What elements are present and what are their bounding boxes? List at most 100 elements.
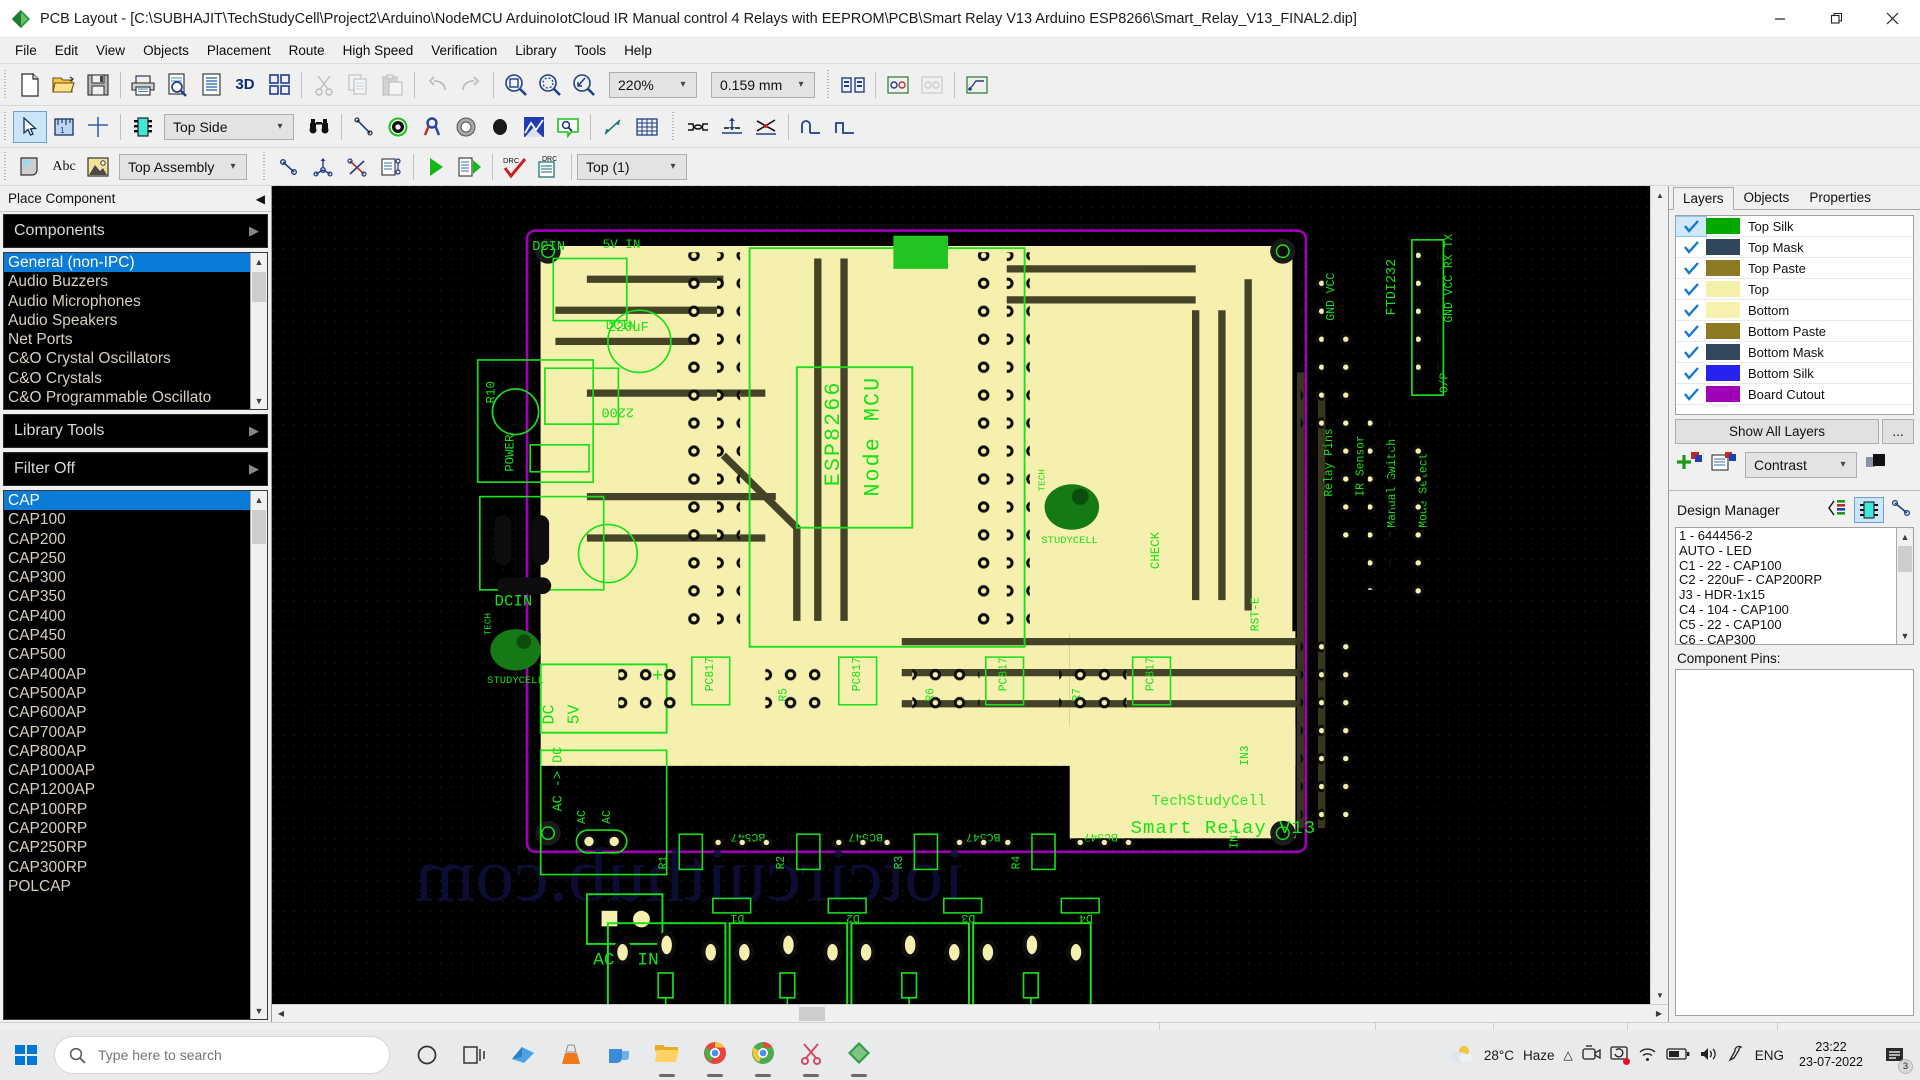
- menu-tools[interactable]: Tools: [566, 40, 616, 61]
- place-keepout-icon[interactable]: [551, 111, 585, 143]
- toolbar-grip[interactable]: [2, 69, 10, 100]
- zoom-window-icon[interactable]: [499, 69, 533, 101]
- grid-size-select[interactable]: 0.159 mm ▾: [711, 71, 815, 98]
- layer-properties-icon[interactable]: [1711, 451, 1737, 478]
- layer-visibility-checkbox[interactable]: [1676, 366, 1706, 380]
- toolbar-grip[interactable]: [825, 69, 833, 100]
- task-view-icon[interactable]: [454, 1032, 496, 1078]
- toolbar-grip[interactable]: [670, 111, 678, 142]
- contrast-select[interactable]: Contrast ▾: [1745, 451, 1857, 478]
- net-split-icon[interactable]: [306, 151, 340, 183]
- footprint-item[interactable]: CAP800AP: [4, 742, 250, 761]
- pcb-canvas[interactable]: ESP8266 Node MCU DCIN 5V IN 220uF POWER …: [272, 186, 1668, 1004]
- layer-row[interactable]: Board Cutout: [1676, 384, 1913, 405]
- category-item[interactable]: Net Ports: [4, 330, 250, 349]
- taskbar-search[interactable]: [54, 1036, 390, 1074]
- cortana-icon[interactable]: [406, 1032, 448, 1078]
- category-item[interactable]: General (non-IPC): [4, 253, 250, 273]
- autoroute-report-icon[interactable]: [453, 151, 487, 183]
- undo-icon[interactable]: [420, 69, 454, 101]
- weather-condition[interactable]: Haze: [1523, 1048, 1555, 1063]
- footprint-item[interactable]: CAP700AP: [4, 723, 250, 742]
- active-layer-select[interactable]: Top (1) ▾: [577, 153, 687, 180]
- menu-verification[interactable]: Verification: [422, 40, 506, 61]
- layer-options-button[interactable]: ...: [1882, 419, 1914, 444]
- paste-icon[interactable]: [375, 69, 409, 101]
- print-preview-icon[interactable]: [160, 69, 194, 101]
- category-list-scrollbar[interactable]: ▲ ▼: [250, 253, 267, 409]
- place-through-pad-icon[interactable]: [449, 111, 483, 143]
- via-stack-icon[interactable]: [881, 69, 915, 101]
- net-swap-icon[interactable]: [340, 151, 374, 183]
- net-connect-icon[interactable]: [272, 151, 306, 183]
- footprint-item[interactable]: CAP600AP: [4, 703, 250, 722]
- minimize-button[interactable]: [1752, 0, 1808, 38]
- place-via-icon[interactable]: [381, 111, 415, 143]
- menu-library[interactable]: Library: [506, 40, 565, 61]
- select-arrow-icon[interactable]: [13, 110, 47, 143]
- component-list-item[interactable]: C4 - 104 - CAP100: [1679, 602, 1896, 618]
- layer-visibility-checkbox[interactable]: [1676, 261, 1706, 275]
- net-bundle-icon[interactable]: [960, 69, 994, 101]
- menu-high-speed[interactable]: High Speed: [334, 40, 423, 61]
- drc-check-icon[interactable]: DRC: [498, 151, 532, 183]
- footprint-item[interactable]: CAP300: [4, 568, 250, 587]
- layer-color-swatch[interactable]: [1706, 302, 1740, 318]
- layer-row[interactable]: Top: [1676, 279, 1913, 300]
- layer-color-swatch[interactable]: [1706, 281, 1740, 297]
- add-layer-icon[interactable]: [1677, 451, 1703, 478]
- footprint-item[interactable]: CAP1000AP: [4, 761, 250, 780]
- board-side-select[interactable]: Top Side ▾: [164, 113, 294, 140]
- layer-color-swatch[interactable]: [1706, 344, 1740, 360]
- place-component-icon[interactable]: [126, 111, 160, 143]
- footprint-item[interactable]: CAP200RP: [4, 819, 250, 838]
- scrollbar-thumb[interactable]: [252, 272, 266, 302]
- footprint-item[interactable]: CAP100RP: [4, 800, 250, 819]
- onedrive-pen-icon[interactable]: [1727, 1045, 1746, 1066]
- language-indicator[interactable]: ENG: [1755, 1048, 1784, 1063]
- drc-report-icon[interactable]: DRC: [532, 151, 566, 183]
- 3d-view-icon[interactable]: 3D: [228, 69, 262, 101]
- toolbar-grip[interactable]: [261, 151, 269, 182]
- zoom-fit-icon[interactable]: [533, 69, 567, 101]
- panelize-icon[interactable]: [262, 69, 296, 101]
- scroll-down-icon[interactable]: ▼: [1651, 986, 1669, 1004]
- section-library-tools[interactable]: Library Tools ▶: [3, 414, 268, 448]
- weather-temperature[interactable]: 28°C: [1484, 1048, 1514, 1063]
- layer-row[interactable]: Bottom Mask: [1676, 342, 1913, 363]
- start-button[interactable]: [0, 1030, 52, 1080]
- category-list[interactable]: General (non-IPC) Audio Buzzers Audio Micr…: [3, 252, 268, 410]
- layer-color-swatch[interactable]: [1706, 260, 1740, 276]
- traces-view-icon[interactable]: [1890, 498, 1912, 523]
- maximize-button[interactable]: [1808, 0, 1864, 38]
- taskbar-clock[interactable]: 23:22 23-07-2022: [1799, 1040, 1863, 1070]
- zoom-selection-icon[interactable]: [567, 69, 601, 101]
- footprint-item[interactable]: CAP350: [4, 587, 250, 606]
- blue-app-icon[interactable]: [502, 1032, 544, 1078]
- menu-route[interactable]: Route: [280, 40, 334, 61]
- footprint-item[interactable]: CAP400: [4, 607, 250, 626]
- section-components[interactable]: Components ▶: [3, 214, 268, 248]
- chrome2-icon[interactable]: [742, 1032, 784, 1078]
- footprint-item[interactable]: CAP100: [4, 510, 250, 529]
- save-icon[interactable]: [81, 69, 115, 101]
- report-icon[interactable]: [194, 69, 228, 101]
- menu-placement[interactable]: Placement: [198, 40, 280, 61]
- component-list-item[interactable]: AUTO - LED: [1679, 543, 1896, 559]
- scroll-down-icon[interactable]: ▼: [251, 392, 267, 409]
- search-input[interactable]: [96, 1046, 346, 1064]
- text-abc-icon[interactable]: Abc: [47, 151, 81, 183]
- layer-visibility-checkbox[interactable]: [1676, 216, 1707, 237]
- footprint-item[interactable]: CAP450: [4, 626, 250, 645]
- notification-center-button[interactable]: 3: [1878, 1035, 1913, 1075]
- scroll-up-icon[interactable]: ▲: [1651, 186, 1669, 204]
- place-grid-array-icon[interactable]: [630, 111, 664, 143]
- scroll-down-icon[interactable]: ▼: [1897, 627, 1913, 644]
- category-item[interactable]: Audio Buzzers: [4, 272, 250, 291]
- color-scheme-icon[interactable]: [1865, 452, 1887, 477]
- layer-visibility-checkbox[interactable]: [1676, 387, 1706, 401]
- footprint-item[interactable]: CAP250RP: [4, 838, 250, 857]
- autoroute-run-icon[interactable]: [419, 151, 453, 183]
- scroll-up-icon[interactable]: ▲: [251, 491, 267, 508]
- measure-ruler-icon[interactable]: 1: [47, 111, 81, 143]
